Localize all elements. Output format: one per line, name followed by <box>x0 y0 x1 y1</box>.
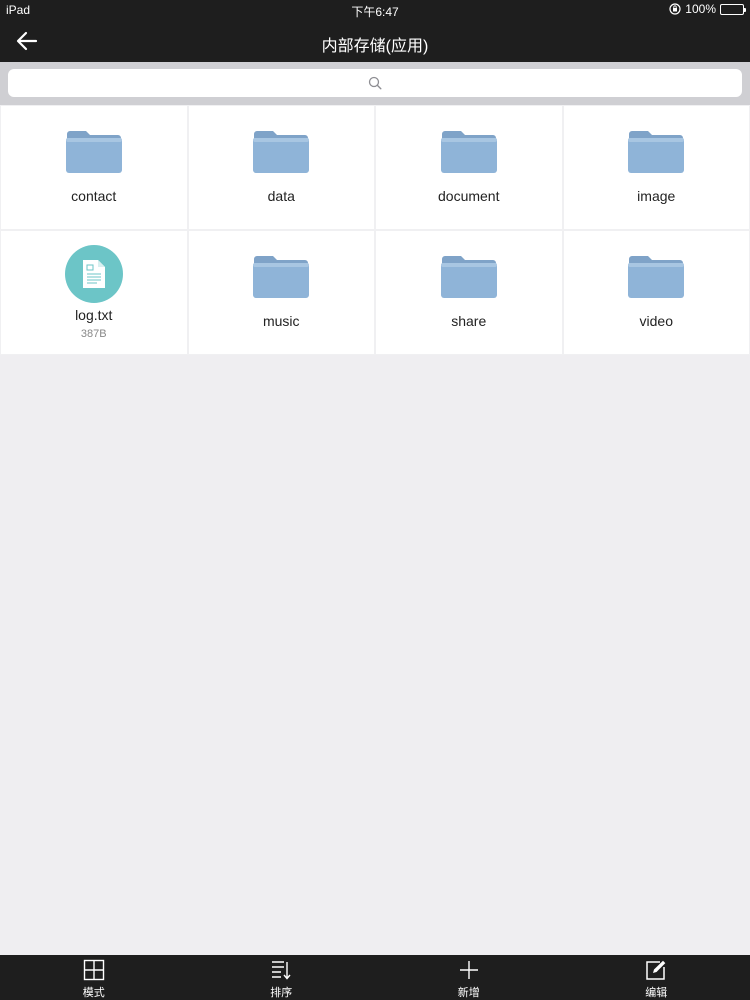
folder-icon <box>440 131 497 173</box>
add-label: 新增 <box>457 987 480 999</box>
sort-button[interactable]: 排序 <box>188 955 376 1000</box>
status-bar: iPad 下午6:47 100% <box>0 0 750 20</box>
folder-icon <box>628 256 685 298</box>
search-area <box>0 62 750 105</box>
file-item-log[interactable]: log.txt 387B <box>0 230 188 355</box>
folder-item-video[interactable]: video <box>562 230 750 355</box>
plus-icon <box>459 961 478 979</box>
item-label: contact <box>71 188 117 204</box>
add-button[interactable]: 新增 <box>375 955 563 1000</box>
status-right: 100% <box>669 2 746 16</box>
sort-label: 排序 <box>270 987 293 999</box>
item-label: log.txt <box>75 307 113 323</box>
folder-icon <box>628 131 685 173</box>
edit-icon <box>646 960 666 980</box>
folder-icon <box>253 131 310 173</box>
mode-label: 模式 <box>82 987 105 999</box>
status-time: 下午6:47 <box>351 5 399 19</box>
edit-button[interactable]: 编辑 <box>563 955 750 1000</box>
folder-item-document[interactable]: document <box>375 105 563 230</box>
edit-label: 编辑 <box>645 987 668 999</box>
battery-icon <box>720 3 746 15</box>
text-file-icon <box>64 245 123 303</box>
folder-icon <box>253 256 310 298</box>
item-label: share <box>451 313 487 329</box>
sort-icon <box>272 961 291 980</box>
folder-item-music[interactable]: music <box>187 230 375 355</box>
page-title: 内部存储(应用) <box>321 38 429 55</box>
folder-item-data[interactable]: data <box>187 105 375 230</box>
search-icon <box>368 76 382 90</box>
rotation-lock-icon <box>669 3 681 15</box>
file-grid: contact data document image log.txt 387B… <box>0 105 750 355</box>
item-label: video <box>639 313 673 329</box>
mode-button[interactable]: 模式 <box>0 955 188 1000</box>
navigation-bar: 内部存储(应用) <box>0 20 750 62</box>
item-label: music <box>262 313 300 329</box>
folder-icon <box>65 131 122 173</box>
grid-view-icon <box>83 959 104 981</box>
folder-item-image[interactable]: image <box>562 105 750 230</box>
folder-item-share[interactable]: share <box>375 230 563 355</box>
item-label: document <box>438 188 500 204</box>
bottom-toolbar: 模式 排序 新增 编辑 <box>0 955 750 1000</box>
folder-icon <box>440 256 497 298</box>
item-label: data <box>267 188 295 204</box>
battery-percent: 100% <box>685 2 716 16</box>
folder-item-contact[interactable]: contact <box>0 105 188 230</box>
search-input[interactable] <box>8 69 742 97</box>
item-label: image <box>637 188 676 204</box>
file-size: 387B <box>80 328 107 340</box>
